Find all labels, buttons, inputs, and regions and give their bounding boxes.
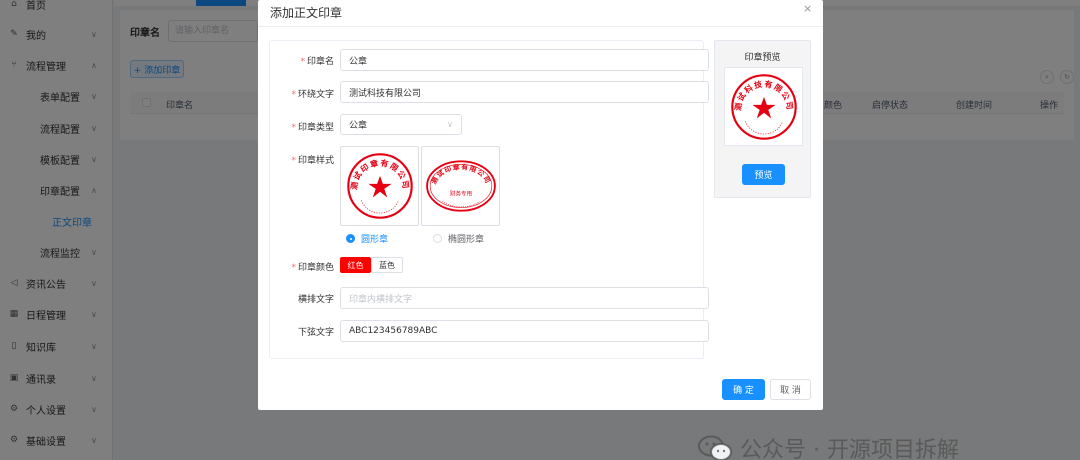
seal-type-select[interactable]: 公章 ∨ xyxy=(340,114,462,135)
dialog-divider xyxy=(258,26,823,27)
color-red-button[interactable]: 红色 xyxy=(340,257,371,273)
oval-stamp-inner-text: 财务专用 xyxy=(449,189,471,197)
preview-button[interactable]: 预览 xyxy=(742,164,785,185)
radio-dot xyxy=(433,234,442,243)
ring-text-label: * 环绕文字 xyxy=(291,90,334,100)
oval-stamp-option[interactable]: 测试印章有限公司 财务专用 xyxy=(421,146,500,226)
preview-panel: 印章预览 测试科技有限公司 预览 xyxy=(714,40,811,198)
radio-label: 椭圆形章 xyxy=(448,235,485,245)
horizontal-text-input[interactable]: 印章内横排文字 xyxy=(340,287,709,309)
seal-form: * 印章名 公章 * 环绕文字 测试科技有限公司 * 印章类型 公章 ∨ * 印章样式 … xyxy=(269,40,709,359)
cancel-button[interactable]: 取 消 xyxy=(770,379,811,400)
ring-text-input[interactable]: 测试科技有限公司 xyxy=(340,81,709,103)
confirm-button[interactable]: 确 定 xyxy=(722,379,765,400)
style-radio-round[interactable]: 圆形章 xyxy=(346,232,388,245)
radio-dot xyxy=(346,234,355,243)
oval-stamp-image: 测试印章有限公司 财务专用 xyxy=(425,160,496,212)
seal-style-label: * 印章样式 xyxy=(291,156,334,166)
seal-name-input[interactable]: 公章 xyxy=(340,49,709,71)
dialog-title: 添加正文印章 xyxy=(270,6,343,20)
close-icon[interactable]: × xyxy=(803,2,812,15)
preview-title: 印章预览 xyxy=(744,53,781,63)
oval-stamp-text: 测试印章有限公司 xyxy=(428,162,490,185)
seal-type-value: 公章 xyxy=(349,121,368,131)
watermark-text: 公众号 · 开源项目拆解 xyxy=(740,438,959,460)
chevron-down-icon: ∨ xyxy=(447,120,453,129)
add-seal-dialog: 添加正文印章 × * 印章名 公章 * 环绕文字 测试科技有限公司 * 印章类型 公章… xyxy=(258,0,823,410)
horizontal-text-label: 横排文字 xyxy=(297,295,334,305)
bottom-text-input[interactable]: ABC123456789ABC xyxy=(340,320,709,342)
seal-color-label: * 印章颜色 xyxy=(291,263,334,273)
round-stamp-option[interactable]: 测试印章有限公司 xyxy=(340,146,419,226)
preview-stamp-image: 测试科技有限公司 xyxy=(730,73,797,140)
bottom-text-label: 下弦文字 xyxy=(297,328,334,338)
preview-image: 测试科技有限公司 xyxy=(724,67,803,146)
seal-type-label: * 印章类型 xyxy=(291,123,334,133)
name-label: * 印章名 xyxy=(300,57,334,67)
wechat-icon xyxy=(698,435,732,460)
round-stamp-image: 测试印章有限公司 xyxy=(346,153,413,219)
color-blue-button[interactable]: 蓝色 xyxy=(371,257,403,273)
svg-text:测试印章有限公司: 测试印章有限公司 xyxy=(428,162,491,185)
style-radio-oval[interactable]: 椭圆形章 xyxy=(433,232,484,245)
watermark: 公众号 · 开源项目拆解 xyxy=(698,432,959,460)
radio-label: 圆形章 xyxy=(361,235,389,245)
